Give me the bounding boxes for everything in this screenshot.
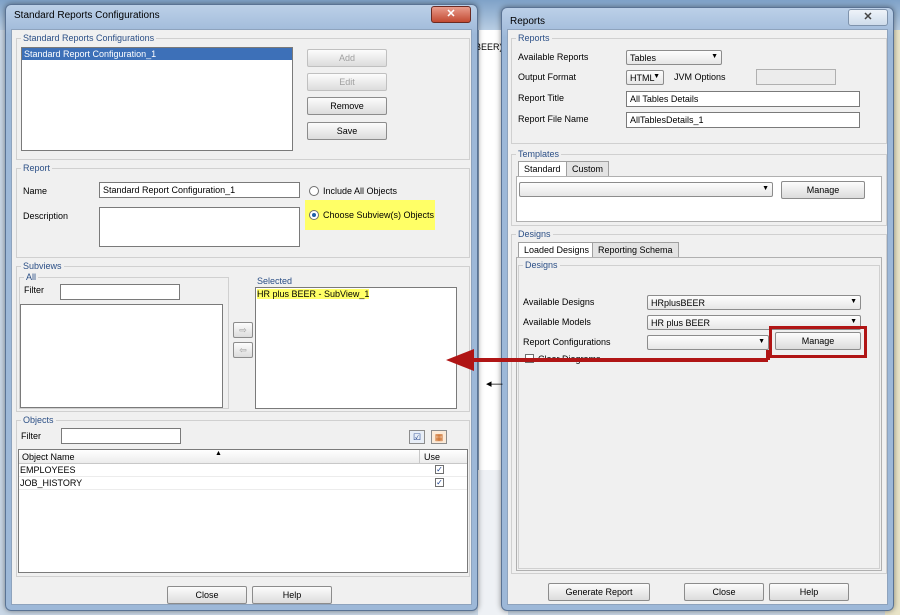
callout-arrow [446, 349, 770, 371]
